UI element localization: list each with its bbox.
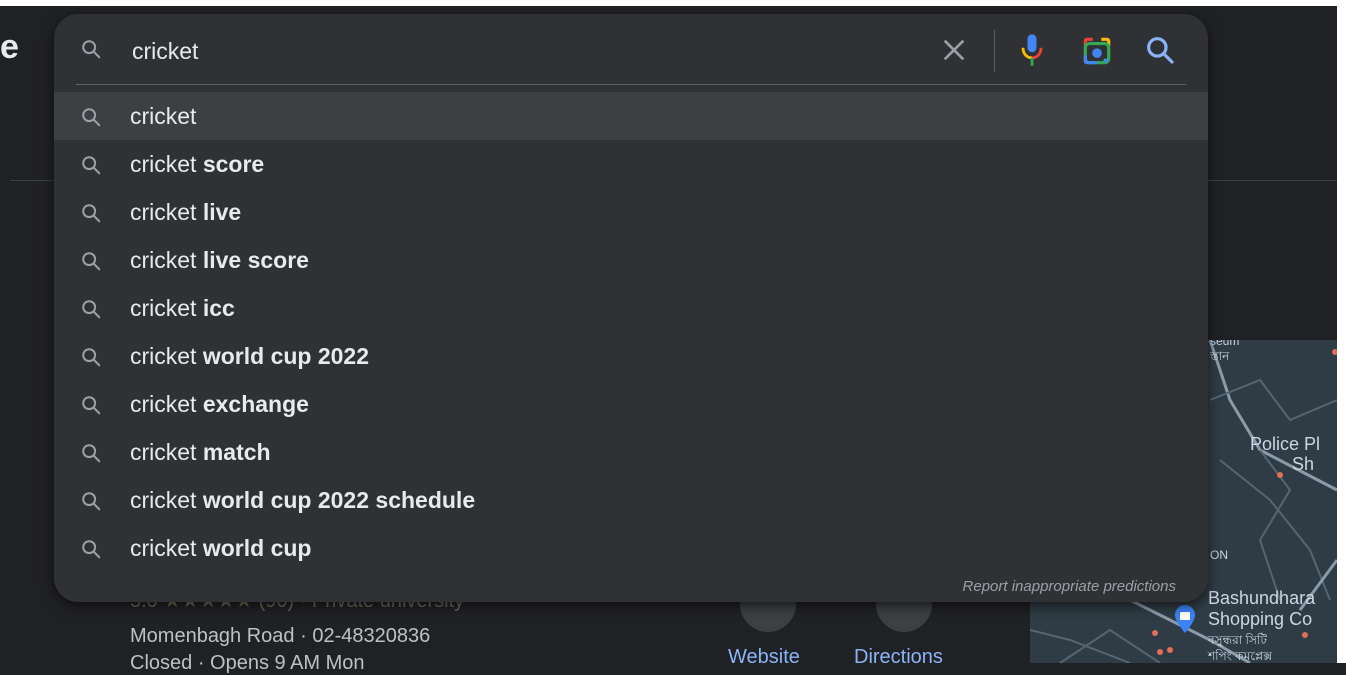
- map-label-sh: Sh: [1292, 454, 1315, 474]
- suggestion-item[interactable]: cricket world cup 2022: [54, 332, 1208, 380]
- suggestion-list: cricket cricket score cricket live cricket …: [54, 92, 1208, 572]
- address-line: Momenbagh Road · 02-48320836: [130, 625, 431, 647]
- search-icon: [80, 538, 102, 560]
- suggestion-item[interactable]: cricket score: [54, 140, 1208, 188]
- search-icon: [80, 394, 102, 416]
- camera-icon[interactable]: [1080, 34, 1114, 68]
- suggestion-completion: world cup 2022 schedule: [202, 487, 476, 513]
- top-border: [0, 0, 1346, 6]
- search-icon: [80, 346, 102, 368]
- report-predictions-link[interactable]: Report inappropriate predictions: [963, 578, 1176, 595]
- suggestion-item[interactable]: cricket world cup: [54, 524, 1208, 572]
- search-dropdown: cricketcricket scorecricket livecricket …: [54, 14, 1208, 602]
- suggestion-base: cricket: [130, 199, 197, 225]
- suggestion-completion: live score: [202, 247, 309, 273]
- search-icon: [80, 202, 102, 224]
- suggestion-base: cricket: [130, 151, 197, 177]
- suggestion-text: cricket icc: [130, 295, 235, 322]
- search-input[interactable]: [130, 32, 834, 70]
- suggestion-completion: world cup: [202, 535, 312, 561]
- suggestion-base: cricket: [130, 343, 197, 369]
- suggestion-text: cricket world cup: [130, 535, 311, 562]
- suggestion-base: cricket: [130, 535, 197, 561]
- suggestion-base: cricket: [130, 247, 197, 273]
- map-label-bn-complex: শপিং কমপ্লেক্স: [1208, 649, 1273, 663]
- suggestion-text: cricket score: [130, 151, 264, 178]
- suggestion-base: cricket: [130, 295, 197, 321]
- dropdown-separator: [76, 84, 1186, 85]
- search-icon: [80, 442, 102, 464]
- map-label-shopping: Shopping Co: [1208, 609, 1313, 629]
- logo-fragment[interactable]: e: [0, 28, 19, 67]
- search-bar: [54, 14, 1208, 84]
- suggestion-item[interactable]: cricket exchange: [54, 380, 1208, 428]
- search-icon: [80, 154, 102, 176]
- search-icon: [82, 40, 101, 59]
- close-icon[interactable]: [938, 34, 970, 66]
- map-label-bashundhara: Bashundhara: [1208, 588, 1316, 608]
- search-submit-icon[interactable]: [1144, 34, 1176, 66]
- suggestion-completion: exchange: [202, 391, 309, 417]
- suggestion-text: cricket world cup 2022: [130, 343, 369, 370]
- hours-line: Closed · Opens 9 AM Mon: [130, 652, 365, 674]
- suggestion-item[interactable]: cricket live: [54, 188, 1208, 236]
- suggestion-base: cricket: [130, 439, 197, 465]
- shopping-pin-icon: [1175, 605, 1195, 633]
- search-icon: [80, 250, 102, 272]
- suggestion-completion: live: [202, 199, 242, 225]
- suggestion-item[interactable]: cricket: [54, 92, 1208, 140]
- search-bar-divider: [994, 30, 995, 72]
- suggestion-text: cricket match: [130, 439, 271, 466]
- search-icon: [80, 298, 102, 320]
- search-icon: [80, 490, 102, 512]
- map-label-museum: seum: [1210, 340, 1240, 348]
- suggestion-completion: match: [202, 439, 271, 465]
- suggestion-base: cricket: [130, 103, 197, 129]
- suggestion-item[interactable]: cricket live score: [54, 236, 1208, 284]
- map-label-bn: স্তান: [1210, 349, 1230, 363]
- suggestion-base: cricket: [130, 487, 197, 513]
- suggestion-text: cricket exchange: [130, 391, 309, 418]
- search-icon: [80, 106, 102, 128]
- suggestion-completion: world cup 2022: [202, 343, 370, 369]
- suggestion-text: cricket: [130, 103, 196, 130]
- suggestion-completion: icc: [202, 295, 235, 321]
- suggestion-base: cricket: [130, 391, 197, 417]
- suggestion-text: cricket world cup 2022 schedule: [130, 487, 475, 514]
- suggestion-item[interactable]: cricket match: [54, 428, 1208, 476]
- map-label-on: ON: [1210, 548, 1228, 562]
- suggestion-text: cricket live: [130, 199, 241, 226]
- mic-icon[interactable]: [1018, 32, 1046, 68]
- website-label[interactable]: Website: [728, 646, 800, 669]
- map-label-police: Police Pl: [1250, 434, 1321, 454]
- suggestion-item[interactable]: cricket icc: [54, 284, 1208, 332]
- suggestion-text: cricket live score: [130, 247, 309, 274]
- right-border: [1337, 0, 1346, 663]
- suggestion-item[interactable]: cricket world cup 2022 schedule: [54, 476, 1208, 524]
- suggestion-completion: score: [202, 151, 265, 177]
- directions-label[interactable]: Directions: [854, 646, 943, 669]
